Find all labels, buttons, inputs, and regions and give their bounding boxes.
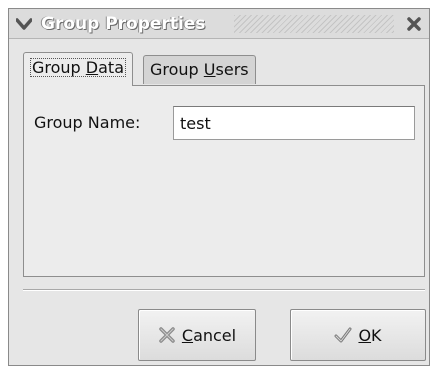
button-area-separator — [23, 289, 425, 291]
close-icon — [407, 17, 421, 31]
chevron-down-icon — [16, 18, 32, 30]
checkmark-icon — [334, 326, 352, 344]
group-data-panel: Group Name: — [23, 85, 425, 277]
tab-group-data-label: Group Data — [30, 58, 127, 77]
tab-group-users-label: Group Users — [150, 60, 249, 79]
ok-button-label: OK — [358, 325, 382, 345]
group-name-label: Group Name: — [34, 113, 141, 132]
tab-group-users[interactable]: Group Users — [143, 55, 256, 84]
title-bar-grip — [234, 15, 394, 33]
group-name-input[interactable] — [173, 106, 415, 140]
group-properties-dialog: Group Properties Group Data Group Users … — [8, 8, 430, 366]
title-bar[interactable]: Group Properties — [9, 9, 429, 39]
window-title: Group Properties — [41, 14, 206, 34]
tab-group-data[interactable]: Group Data — [23, 52, 134, 86]
window-menu-button[interactable] — [13, 14, 35, 34]
ok-button[interactable]: OK — [290, 309, 426, 361]
close-button[interactable] — [403, 14, 425, 34]
cancel-button[interactable]: Cancel — [138, 309, 256, 361]
cancel-x-icon — [158, 326, 176, 344]
cancel-button-label: Cancel — [181, 325, 237, 345]
